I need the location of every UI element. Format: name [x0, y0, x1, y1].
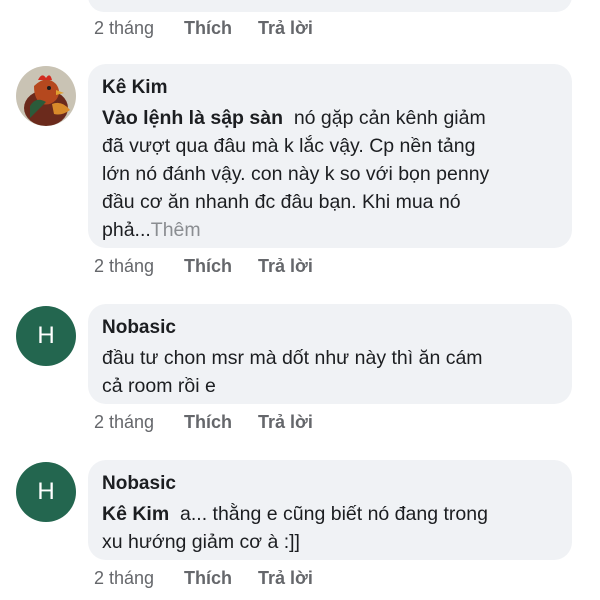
comment-bubble: Nobasic Kê Kim a... thằng e cũng biết nó…	[88, 460, 572, 560]
avatar[interactable]: H	[16, 462, 76, 522]
comment-line: phả...	[102, 219, 151, 241]
mention-tag[interactable]: Kê Kim	[102, 503, 169, 525]
reply-button[interactable]: Trả lời	[258, 18, 313, 39]
comment-actions: 2 tháng Thích Trả lời	[94, 568, 313, 589]
reply-button[interactable]: Trả lời	[258, 568, 313, 589]
comment-time: 2 tháng	[94, 568, 155, 588]
comment-line: cả room rồi e	[102, 375, 216, 397]
comment-actions: 2 tháng Thích Trả lời	[94, 18, 313, 39]
comment-actions: 2 tháng Thích Trả lời	[94, 256, 313, 277]
comment-line: đã vượt qua đâu mà k lắc vậy. Cp nền tản…	[102, 135, 476, 157]
comment-line: lớn nó đánh vậy. con này k so với bọn pe…	[102, 163, 490, 185]
comment-author[interactable]: Nobasic	[102, 472, 558, 496]
previous-comment-bubble	[88, 0, 572, 12]
avatar[interactable]: H	[16, 306, 76, 366]
reply-button[interactable]: Trả lời	[258, 256, 313, 277]
comment-text: đầu tư chon msr mà dốt như này thì ăn cá…	[102, 344, 558, 400]
comment-line: a... thằng e cũng biết nó đang trong	[169, 503, 488, 525]
comment-line: nó gặp cản kênh giảm	[282, 107, 486, 129]
comment-actions: 2 tháng Thích Trả lời	[94, 412, 313, 433]
rooster-avatar-icon	[16, 66, 76, 126]
comment-time: 2 tháng	[94, 256, 155, 276]
like-button[interactable]: Thích	[184, 412, 258, 433]
comment-line: đầu tư chon msr mà dốt như này thì ăn cá…	[102, 347, 483, 369]
avatar-letter: H	[37, 322, 55, 349]
comment-text: Vào lệnh là sập sàn nó gặp cản kênh giảm…	[102, 104, 558, 244]
mention-tag[interactable]: Vào lệnh là sập sàn	[102, 107, 283, 129]
comment-bubble: Kê Kim Vào lệnh là sập sàn nó gặp cản kê…	[88, 64, 572, 248]
see-more-link[interactable]: Thêm	[151, 219, 201, 241]
like-button[interactable]: Thích	[184, 18, 258, 39]
comment-time: 2 tháng	[94, 18, 155, 38]
like-button[interactable]: Thích	[184, 568, 258, 589]
comment-line: đầu cơ ăn nhanh đc đâu bạn. Khi mua nó	[102, 191, 461, 213]
avatar-letter: H	[37, 478, 55, 505]
like-button[interactable]: Thích	[184, 256, 258, 277]
comment-text: Kê Kim a... thằng e cũng biết nó đang tr…	[102, 500, 558, 556]
comment-time: 2 tháng	[94, 412, 155, 432]
reply-button[interactable]: Trả lời	[258, 412, 313, 433]
comment-line: xu hướng giảm cơ à :]]	[102, 531, 300, 553]
comment-author[interactable]: Nobasic	[102, 316, 558, 340]
comment-author[interactable]: Kê Kim	[102, 76, 558, 100]
avatar[interactable]	[16, 66, 76, 126]
comment-bubble: Nobasic đầu tư chon msr mà dốt như này t…	[88, 304, 572, 404]
